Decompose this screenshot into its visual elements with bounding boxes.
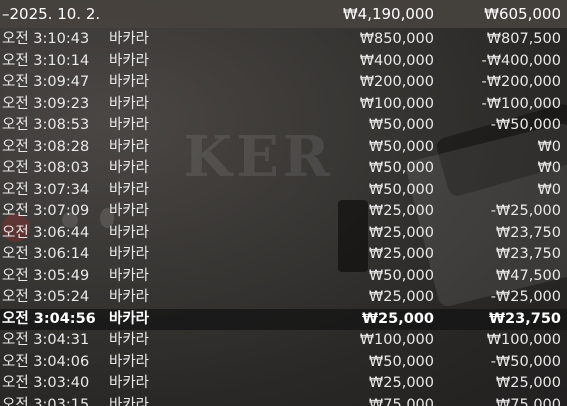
result-amount: ₩23,750 <box>495 224 561 241</box>
result-amount: ₩0 <box>537 160 561 176</box>
result-amount: ₩23,750 <box>495 246 561 262</box>
result-amount: ₩47,500 <box>495 267 561 284</box>
total-bet-amount: ₩4,190,000 <box>342 5 434 23</box>
bet-time: 오전 3:08:53 <box>2 117 90 133</box>
result-amount: -₩100,000 <box>481 95 561 112</box>
bet-time: 오전 3:08:28 <box>2 138 90 155</box>
bet-amount: ₩25,000 <box>368 375 434 391</box>
bet-history-row[interactable]: 오전 3:08:53 바카라 ₩50,000 -₩50,000 <box>0 115 567 137</box>
bet-time: 오전 3:04:06 <box>2 353 90 370</box>
result-amount: ₩100,000 <box>486 332 561 348</box>
game-name: 바카라 <box>109 52 150 69</box>
bet-history-row[interactable]: 오전 3:04:06 바카라 ₩50,000 -₩50,000 <box>0 352 567 374</box>
bet-time: 오전 3:07:09 <box>2 203 90 219</box>
bet-time: 오전 3:04:56 <box>2 310 96 327</box>
game-name: 바카라 <box>109 332 150 348</box>
result-amount: -₩25,000 <box>490 289 561 305</box>
bet-history-row[interactable]: 오전 3:08:28 바카라 ₩50,000 ₩0 <box>0 137 567 159</box>
bet-history-list: –2025. 10. 2. ₩4,190,000 ₩605,000 오전 3:1… <box>0 0 567 406</box>
bet-rows: 오전 3:10:43 바카라 ₩850,000 ₩807,500 오전 3:10:14 바… <box>0 29 567 406</box>
bet-history-row[interactable]: 오전 3:04:56 바카라 ₩25,000 ₩23,750 <box>0 308 567 330</box>
game-name: 바카라 <box>109 138 150 155</box>
bet-amount: ₩100,000 <box>359 95 434 112</box>
result-amount: -₩400,000 <box>481 52 561 69</box>
game-name: 바카라 <box>109 246 150 262</box>
bet-time: 오전 3:03:40 <box>2 375 90 391</box>
bet-history-row[interactable]: 오전 3:06:44 바카라 ₩25,000 ₩23,750 <box>0 223 567 245</box>
result-amount: ₩807,500 <box>486 31 561 47</box>
game-name: 바카라 <box>109 74 150 90</box>
bet-amount: ₩25,000 <box>368 246 434 262</box>
bet-history-row[interactable]: 오전 3:03:40 바카라 ₩25,000 ₩25,000 <box>0 373 567 395</box>
bet-time: 오전 3:07:34 <box>2 181 90 198</box>
result-amount: -₩50,000 <box>490 353 561 370</box>
bet-history-row[interactable]: 오전 3:09:47 바카라 ₩200,000 -₩200,000 <box>0 72 567 94</box>
bet-amount: ₩50,000 <box>368 160 434 176</box>
game-name: 바카라 <box>109 267 150 284</box>
game-name: 바카라 <box>109 160 150 176</box>
bet-amount: ₩25,000 <box>368 203 434 219</box>
game-name: 바카라 <box>109 224 150 241</box>
result-amount: ₩23,750 <box>489 310 561 327</box>
bet-time: 오전 3:06:44 <box>2 224 90 241</box>
game-name: 바카라 <box>109 31 150 47</box>
bet-time: 오전 3:06:14 <box>2 246 90 262</box>
result-amount: -₩25,000 <box>490 203 561 219</box>
result-amount: ₩0 <box>537 181 561 198</box>
bet-time: 오전 3:04:31 <box>2 332 90 348</box>
game-name: 바카라 <box>109 289 150 305</box>
date-label: –2025. 10. 2. <box>2 5 101 23</box>
bet-amount: ₩200,000 <box>359 74 434 90</box>
bet-history-row[interactable]: 오전 3:07:09 바카라 ₩25,000 -₩25,000 <box>0 201 567 223</box>
bet-time: 오전 3:09:47 <box>2 74 90 90</box>
bet-history-row[interactable]: 오전 3:05:24 바카라 ₩25,000 -₩25,000 <box>0 287 567 309</box>
bet-time: 오전 3:05:24 <box>2 289 90 305</box>
bet-history-row[interactable]: 오전 3:08:03 바카라 ₩50,000 ₩0 <box>0 158 567 180</box>
bet-time: 오전 3:10:14 <box>2 52 90 69</box>
bet-history-row[interactable]: 오전 3:09:23 바카라 ₩100,000 -₩100,000 <box>0 94 567 116</box>
total-result-amount: ₩605,000 <box>484 5 561 23</box>
bet-history-row[interactable]: 오전 3:03:15 바카라 ₩75,000 ₩75,000 <box>0 395 567 406</box>
game-name: 바카라 <box>109 203 150 219</box>
bet-time: 오전 3:09:23 <box>2 95 90 112</box>
bet-amount: ₩25,000 <box>368 224 434 241</box>
bet-time: 오전 3:10:43 <box>2 31 90 47</box>
game-name: 바카라 <box>109 310 150 327</box>
bet-amount: ₩850,000 <box>359 31 434 47</box>
result-amount: ₩75,000 <box>495 396 561 406</box>
result-amount: ₩25,000 <box>495 375 561 391</box>
bet-history-row[interactable]: 오전 3:06:14 바카라 ₩25,000 ₩23,750 <box>0 244 567 266</box>
bet-amount: ₩25,000 <box>362 310 434 327</box>
bet-history-row[interactable]: 오전 3:10:14 바카라 ₩400,000 -₩400,000 <box>0 51 567 73</box>
game-name: 바카라 <box>109 353 150 370</box>
game-name: 바카라 <box>109 95 150 112</box>
result-amount: -₩50,000 <box>490 117 561 133</box>
bet-amount: ₩75,000 <box>368 396 434 406</box>
bet-amount: ₩50,000 <box>368 267 434 284</box>
bet-amount: ₩50,000 <box>368 353 434 370</box>
game-name: 바카라 <box>109 375 150 391</box>
bet-time: 오전 3:08:03 <box>2 160 90 176</box>
result-amount: ₩0 <box>537 138 561 155</box>
bet-amount: ₩50,000 <box>368 181 434 198</box>
game-name: 바카라 <box>109 181 150 198</box>
game-name: 바카라 <box>109 117 150 133</box>
bet-time: 오전 3:05:49 <box>2 267 90 284</box>
bet-amount: ₩50,000 <box>368 117 434 133</box>
result-amount: -₩200,000 <box>481 74 561 90</box>
bet-amount: ₩25,000 <box>368 289 434 305</box>
bet-history-row[interactable]: 오전 3:05:49 바카라 ₩50,000 ₩47,500 <box>0 266 567 288</box>
bet-amount: ₩400,000 <box>359 52 434 69</box>
bet-history-row[interactable]: 오전 3:04:31 바카라 ₩100,000 ₩100,000 <box>0 330 567 352</box>
bet-amount: ₩100,000 <box>359 332 434 348</box>
game-name: 바카라 <box>109 396 150 406</box>
date-summary-row[interactable]: –2025. 10. 2. ₩4,190,000 ₩605,000 <box>0 0 567 28</box>
bet-time: 오전 3:03:15 <box>2 396 90 406</box>
bet-history-row[interactable]: 오전 3:07:34 바카라 ₩50,000 ₩0 <box>0 180 567 202</box>
bet-amount: ₩50,000 <box>368 138 434 155</box>
bet-history-row[interactable]: 오전 3:10:43 바카라 ₩850,000 ₩807,500 <box>0 29 567 51</box>
